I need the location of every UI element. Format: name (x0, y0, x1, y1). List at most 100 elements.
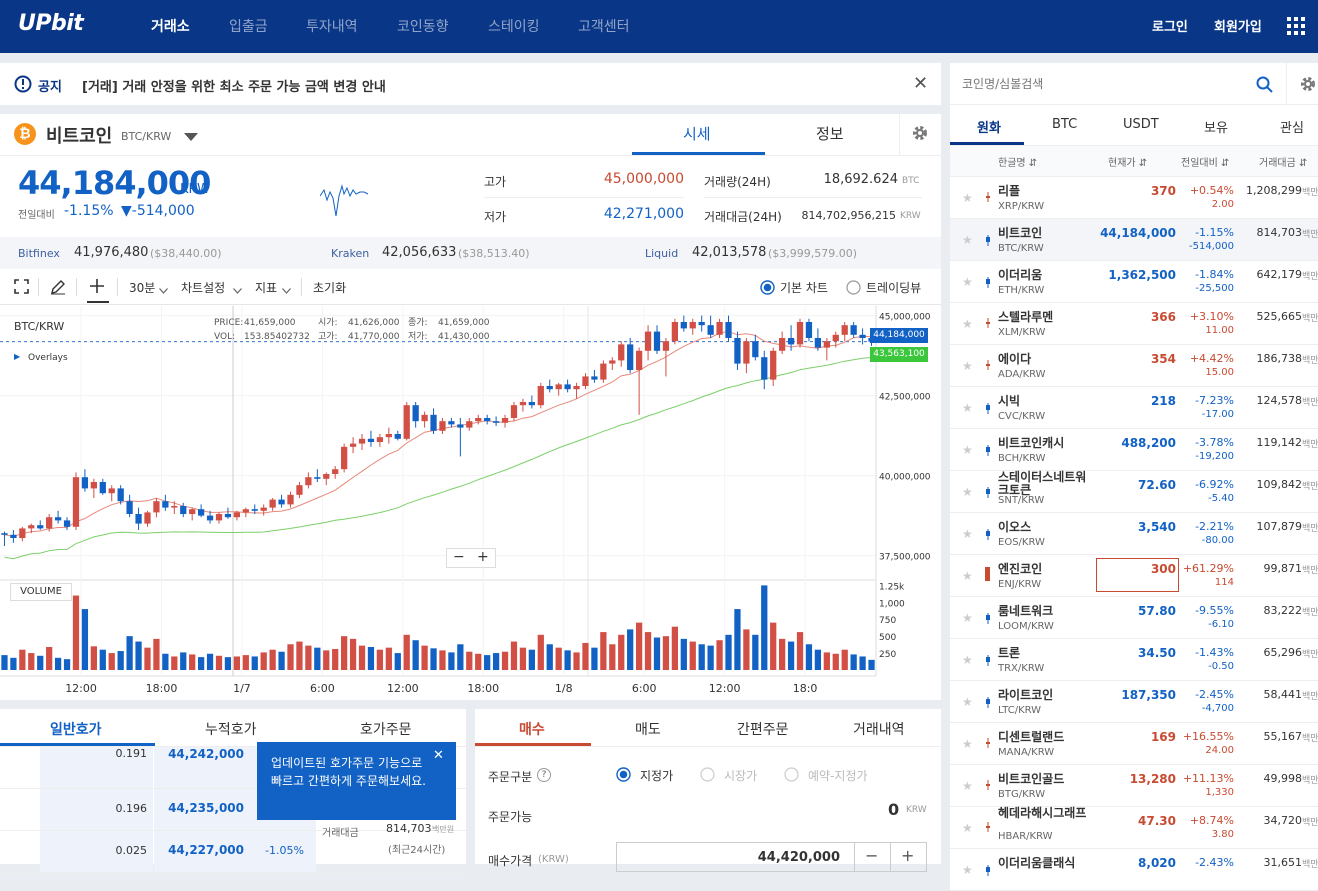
candlestick-chart[interactable]: 45,000,000 42,500,000 40,000,000 37,500,000… (0, 306, 941, 700)
star-icon[interactable]: ★ (962, 485, 973, 499)
star-icon[interactable]: ★ (962, 275, 973, 289)
nav-staking[interactable]: 스테이킹 (488, 16, 540, 36)
star-icon[interactable]: ★ (962, 863, 973, 877)
tab-sell[interactable]: 매도 (635, 719, 661, 739)
coin-name[interactable]: 비트코인골드 (998, 770, 1064, 787)
star-icon[interactable]: ★ (962, 191, 973, 205)
tab-info[interactable]: 정보 (816, 123, 844, 144)
coin-name[interactable]: 시빅 (998, 392, 1020, 409)
fullscreen-icon[interactable] (14, 279, 29, 297)
star-icon[interactable]: ★ (962, 317, 973, 331)
market-row[interactable]: ★ 비트코인골드 BTG/KRW 13,280 +11.13% 1,330 49,998 백만 (950, 765, 1318, 807)
caret-down-icon[interactable] (184, 130, 198, 144)
market-tab-holdings[interactable]: 보유 (1204, 117, 1228, 136)
market-row[interactable]: ★ 비트코인캐시 BCH/KRW 488,200 -3.78% -19,200 119,14… (950, 429, 1318, 471)
market-row[interactable]: ★ 라이트코인 LTC/KRW 187,350 -2.45% -4,700 58,441 백만 (950, 681, 1318, 723)
price-increment-button[interactable]: + (901, 846, 914, 865)
coin-name[interactable]: 스텔라루멘 (998, 308, 1053, 325)
star-icon[interactable]: ★ (962, 779, 973, 793)
market-tab-favorites[interactable]: 관심 (1280, 117, 1304, 136)
zoom-out-button[interactable]: − (453, 549, 465, 565)
star-icon[interactable]: ★ (962, 695, 973, 709)
overlays-toggle[interactable]: Overlays (28, 353, 68, 363)
coin-name[interactable]: 스테이터스네트워크토큰 (998, 471, 1088, 497)
coin-name[interactable]: 이더리움 (998, 266, 1042, 283)
signup-link[interactable]: 회원가입 (1214, 16, 1262, 35)
coin-name[interactable]: 헤데라해시그래프 (998, 807, 1088, 820)
tab-price[interactable]: 시세 (683, 123, 711, 144)
coin-name[interactable]: 룸네트워크 (998, 602, 1053, 619)
coin-name[interactable]: 이더리움클래식 (998, 854, 1075, 871)
radio-icon[interactable] (784, 767, 799, 785)
reset-button[interactable]: 초기화 (313, 279, 346, 296)
market-row[interactable]: ★ 디센트럴랜드 MANA/KRW 169 +16.55% 24.00 55,167 백만 (950, 723, 1318, 765)
app-grid-icon[interactable] (1287, 17, 1305, 35)
help-icon[interactable]: ? (537, 768, 551, 782)
coin-name[interactable]: 엔진코인 (998, 560, 1042, 577)
order-type-reserved[interactable]: 예약-지정가 (808, 767, 868, 784)
tab-buy[interactable]: 매수 (519, 719, 545, 739)
chart-settings-dropdown[interactable]: 차트설정 (181, 279, 225, 296)
star-icon[interactable]: ★ (962, 359, 973, 373)
market-tab-krw[interactable]: 원화 (977, 117, 1001, 136)
market-row[interactable]: ★ 스테이터스네트워크토큰 SNT/KRW 72.60 -6.92% -5.40 109,8… (950, 471, 1318, 513)
nav-customer-center[interactable]: 고객센터 (578, 16, 630, 36)
coin-name[interactable]: 트론 (998, 644, 1020, 661)
order-type-limit[interactable]: 지정가 (640, 767, 673, 784)
market-row[interactable]: ★ 이더리움클래식 8,020 -2.43% 31,651 백만 (950, 849, 1318, 891)
market-row[interactable]: ★ 룸네트워크 LOOM/KRW 57.80 -9.55% -6.10 83,222 백만 (950, 597, 1318, 639)
star-icon[interactable]: ★ (962, 569, 973, 583)
star-icon[interactable]: ★ (962, 527, 973, 541)
market-tab-btc[interactable]: BTC (1052, 117, 1077, 132)
coin-name[interactable]: 리플 (998, 182, 1020, 199)
radio-icon[interactable] (846, 280, 861, 298)
market-row[interactable]: ★ 비트코인 BTC/KRW 44,184,000 -1.15% -514,000 814,… (950, 219, 1318, 261)
col-header-change[interactable]: 전일대비 ⇵ (1181, 154, 1229, 169)
close-icon[interactable]: ✕ (913, 73, 928, 94)
market-row[interactable]: ★ 엔진코인 ENJ/KRW 300 +61.29% 114 99,871 백만 (950, 555, 1318, 597)
ask-price[interactable]: 44,227,000 (154, 843, 244, 857)
market-row[interactable]: ★ 스텔라루멘 XLM/KRW 366 +3.10% 11.00 525,665 백만 (950, 303, 1318, 345)
radio-icon[interactable] (700, 767, 715, 785)
interval-dropdown[interactable]: 30분 (129, 279, 155, 296)
star-icon[interactable]: ★ (962, 821, 973, 835)
tab-simple-order[interactable]: 간편주문 (737, 719, 789, 739)
upbit-logo[interactable]: UPbit (18, 11, 84, 36)
pencil-icon[interactable] (50, 279, 66, 298)
nav-deposit-withdraw[interactable]: 입출금 (229, 16, 268, 36)
radio-selected-icon[interactable] (616, 767, 631, 785)
coin-name[interactable]: 에이다 (998, 350, 1031, 367)
coin-name[interactable]: 이오스 (998, 518, 1031, 535)
tab-cumulative-orderbook[interactable]: 누적호가 (205, 719, 257, 739)
market-row[interactable]: ★ 리플 XRP/KRW 370 +0.54% 2.00 1,208,299 백만 (950, 177, 1318, 219)
market-row[interactable]: ★ 이더리움 ETH/KRW 1,362,500 -1.84% -25,500 642,17… (950, 261, 1318, 303)
nav-exchange[interactable]: 거래소 (151, 16, 190, 36)
market-row[interactable]: ★ 헤데라해시그래프 HBAR/KRW 47.30 +8.74% 3.80 34,720 백만 (950, 807, 1318, 849)
star-icon[interactable]: ★ (962, 653, 973, 667)
market-row[interactable]: ★ 에이다 ADA/KRW 354 +4.42% 15.00 186,738 백만 (950, 345, 1318, 387)
market-row[interactable]: ★ 시빅 CVC/KRW 218 -7.23% -17.00 124,578 백만 (950, 387, 1318, 429)
coin-name[interactable]: 비트코인캐시 (998, 434, 1064, 451)
col-header-price[interactable]: 현재가 ⇵ (1108, 154, 1147, 169)
star-icon[interactable]: ★ (962, 611, 973, 625)
star-icon[interactable]: ★ (962, 401, 973, 415)
nav-investments[interactable]: 투자내역 (306, 16, 358, 36)
triangle-right-icon[interactable]: ▶ (14, 352, 20, 361)
search-icon[interactable] (1256, 76, 1273, 96)
coin-search-input[interactable] (962, 70, 1242, 98)
market-tab-usdt[interactable]: USDT (1123, 117, 1159, 132)
tab-orderbook-order[interactable]: 호가주문 (360, 719, 412, 739)
zoom-in-button[interactable]: + (477, 549, 489, 565)
tooltip-close-icon[interactable]: ✕ (433, 748, 444, 763)
market-row[interactable]: ★ 트론 TRX/KRW 34.50 -1.43% -0.50 65,296 백만 (950, 639, 1318, 681)
star-icon[interactable]: ★ (962, 443, 973, 457)
coin-name[interactable]: 라이트코인 (998, 686, 1053, 703)
col-header-name[interactable]: 한글명 ⇵ (998, 154, 1037, 169)
gear-icon[interactable] (1299, 75, 1317, 96)
star-icon[interactable]: ★ (962, 233, 973, 247)
price-decrement-button[interactable]: − (865, 846, 878, 865)
tradingview-option[interactable]: 트레이딩뷰 (866, 279, 921, 296)
buy-price-value[interactable]: 44,420,000 (758, 850, 840, 865)
star-icon[interactable]: ★ (962, 737, 973, 751)
order-type-market[interactable]: 시장가 (724, 767, 757, 784)
